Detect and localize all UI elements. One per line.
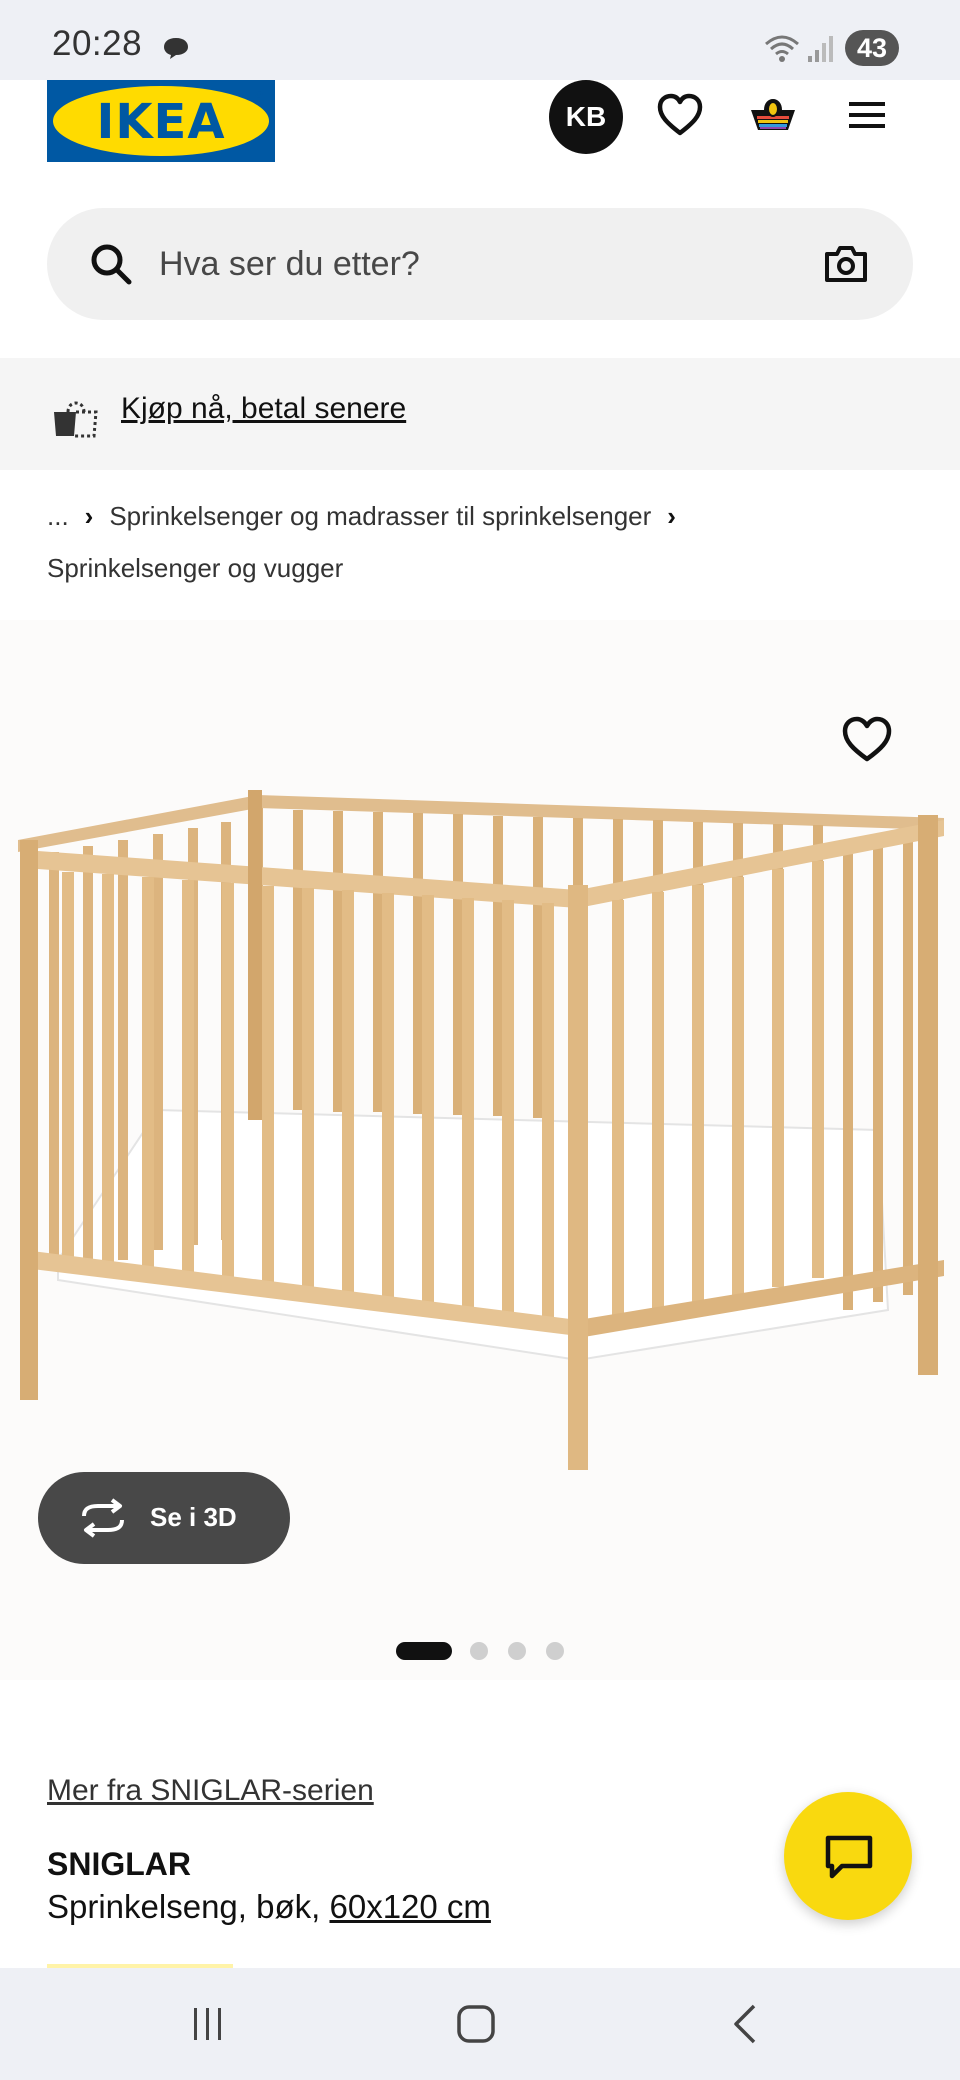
breadcrumb-separator: › <box>84 501 94 531</box>
account-avatar[interactable]: KB <box>549 80 623 154</box>
search-icon <box>91 244 132 285</box>
status-time: 20:28 <box>52 24 143 63</box>
crib-product-image <box>18 790 944 1470</box>
rotate-3d-icon <box>82 1498 124 1538</box>
breadcrumb-item-cribs[interactable]: Sprinkelsenger og vugger <box>47 550 343 586</box>
system-nav-bar <box>0 1968 960 2080</box>
product-gallery[interactable]: Se i 3D <box>0 620 960 1680</box>
basket-icon[interactable] <box>748 90 798 140</box>
chat-icon <box>825 1835 873 1879</box>
breadcrumb-separator: › <box>667 501 676 531</box>
gallery-dot[interactable] <box>546 1642 564 1660</box>
search-input[interactable] <box>159 238 759 290</box>
product-name: SNIGLAR <box>47 1846 191 1882</box>
view-3d-button[interactable]: Se i 3D <box>38 1472 290 1564</box>
search-bar[interactable] <box>47 208 913 320</box>
signal-icon <box>808 36 833 62</box>
wifi-icon <box>765 35 799 62</box>
product-type: Sprinkelseng, bøk, <box>47 1888 321 1925</box>
chat-notification-icon <box>164 38 188 59</box>
pay-later-link[interactable]: Kjøp nå, betal senere <box>121 392 406 426</box>
home-icon <box>457 2005 495 2043</box>
gallery-dot[interactable] <box>508 1642 526 1660</box>
back-button[interactable] <box>714 1992 778 2056</box>
logo-registered-mark: ® <box>255 90 263 101</box>
logo-text: IKEA <box>96 94 226 150</box>
gallery-dot[interactable] <box>470 1642 488 1660</box>
product-size-link[interactable]: 60x120 cm <box>329 1888 490 1925</box>
product-description: Sprinkelseng, bøk, 60x120 cm <box>47 1888 491 1926</box>
view-3d-label: Se i 3D <box>150 1502 237 1532</box>
camera-icon[interactable] <box>823 242 869 286</box>
battery-indicator: 43 <box>845 30 899 66</box>
heart-icon[interactable] <box>840 714 894 764</box>
pay-later-banner: Kjøp nå, betal senere <box>0 358 960 470</box>
back-icon <box>734 2004 756 2044</box>
heart-icon[interactable] <box>655 90 705 140</box>
home-button[interactable] <box>444 1992 508 2056</box>
breadcrumb: ... › Sprinkelsenger og madrasser til spri… <box>47 498 927 534</box>
series-link[interactable]: Mer fra SNIGLAR-serien <box>47 1774 374 1808</box>
breadcrumb-item-cribs-mattresses[interactable]: Sprinkelsenger og madrasser til sprinkel… <box>109 501 651 531</box>
ikea-logo[interactable]: IKEA ® <box>47 80 275 162</box>
shopping-bag-icon <box>54 401 98 438</box>
chat-button[interactable] <box>784 1792 912 1920</box>
recent-apps-button[interactable] <box>176 1992 240 2056</box>
recent-apps-icon <box>194 2008 221 2040</box>
gallery-dot-active[interactable] <box>396 1642 452 1660</box>
status-bar: 20:28 43 <box>0 0 960 80</box>
menu-icon[interactable] <box>842 90 892 140</box>
breadcrumb-ellipsis[interactable]: ... <box>47 501 69 531</box>
site-header: IKEA ® KB <box>0 80 960 200</box>
